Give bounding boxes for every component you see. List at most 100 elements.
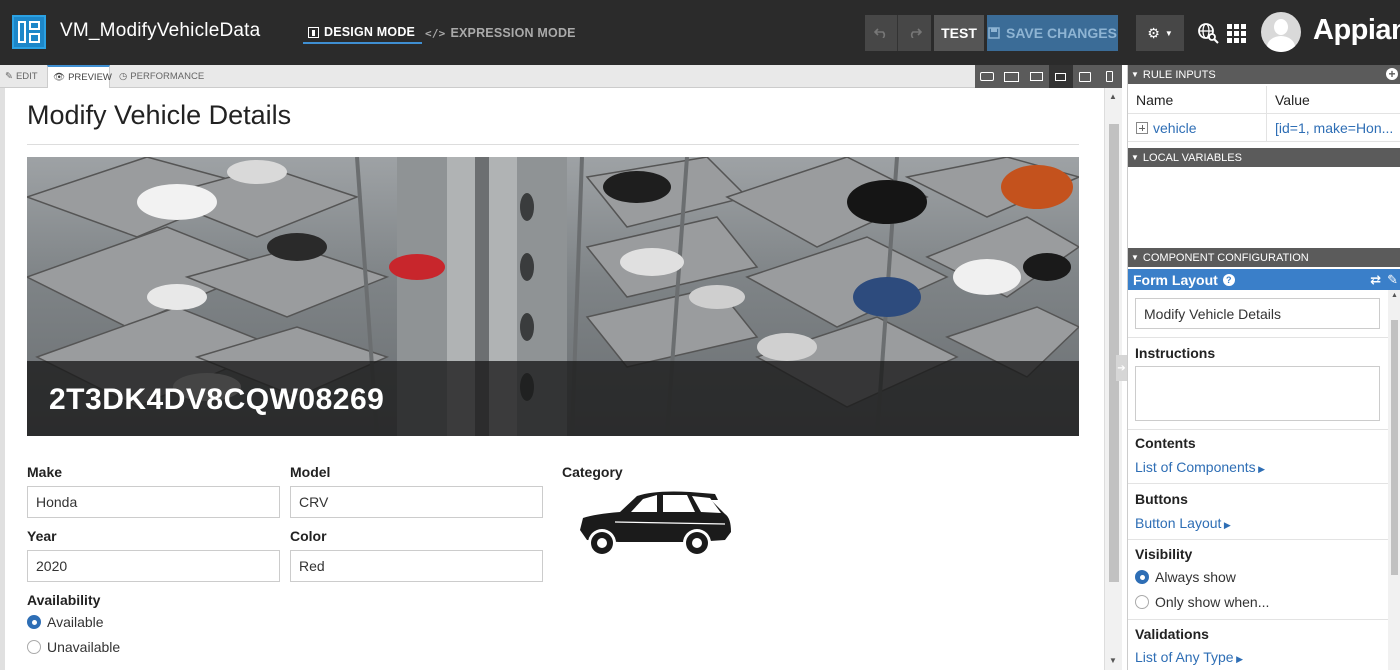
caret-right-icon: ▶: [1255, 464, 1266, 474]
tab-edit-label: EDIT: [15, 71, 38, 82]
arrow-right-icon: ➔: [1117, 362, 1126, 374]
component-name: Form Layout: [1133, 271, 1218, 288]
divider: [1128, 619, 1388, 620]
validations-link-text: List of Any Type: [1135, 649, 1234, 665]
scroll-up-icon[interactable]: ▲: [1391, 292, 1398, 299]
undo-icon: [874, 28, 886, 38]
radio-button[interactable]: [1135, 595, 1149, 609]
radio-button[interactable]: [27, 640, 41, 654]
visibility-label: Visibility: [1135, 546, 1193, 562]
gear-icon: ⚙: [1147, 24, 1160, 41]
tab-expression-mode[interactable]: </> EXPRESSION MODE: [425, 22, 576, 44]
fit-width-icon[interactable]: [975, 65, 1000, 88]
buttons-link[interactable]: Button Layout ▶: [1135, 515, 1231, 531]
component-name-bar: Form Layout ? ⇄ ✎: [1128, 269, 1400, 290]
table-row[interactable]: vehicle [id=1, make=Hon...: [1128, 114, 1400, 142]
redo-icon: [910, 28, 922, 38]
tab-edit[interactable]: ✎ EDIT: [0, 65, 43, 88]
code-icon: </>: [425, 26, 446, 40]
monitor-icon[interactable]: [1024, 65, 1049, 88]
radio-always-show-label: Always show: [1155, 569, 1236, 585]
avatar[interactable]: [1261, 12, 1301, 52]
eye-icon: 👁: [53, 72, 66, 83]
color-field[interactable]: Red: [290, 550, 543, 582]
globe-search-icon[interactable]: [1197, 22, 1219, 44]
radio-available[interactable]: Available: [27, 614, 104, 630]
rule-inputs-header[interactable]: ▼ RULE INPUTS +: [1128, 65, 1400, 84]
radio-button-checked[interactable]: [27, 615, 41, 629]
radio-unavailable[interactable]: Unavailable: [27, 639, 120, 655]
component-configuration-header[interactable]: ▼ COMPONENT CONFIGURATION: [1128, 248, 1400, 267]
divider: [1128, 429, 1388, 430]
tablet-icon[interactable]: [1073, 65, 1098, 88]
scroll-up-icon[interactable]: ▲: [1109, 92, 1117, 101]
caret-down-icon: ▼: [1131, 153, 1139, 162]
component-configuration-body: Modify Vehicle Details Instructions Cont…: [1128, 290, 1388, 670]
rule-inputs-table: Name Value vehicle [id=1, make=Hon...: [1128, 86, 1400, 142]
undo-button[interactable]: [865, 15, 898, 51]
radio-available-label: Available: [47, 614, 104, 630]
desktop-icon[interactable]: [1048, 65, 1073, 88]
radio-button-checked[interactable]: [1135, 570, 1149, 584]
radio-only-show-when[interactable]: Only show when...: [1135, 594, 1269, 610]
large-monitor-icon[interactable]: [1000, 65, 1025, 88]
save-icon: [988, 27, 1000, 39]
radio-always-show[interactable]: Always show: [1135, 569, 1236, 585]
local-variables-header[interactable]: ▼ LOCAL VARIABLES: [1128, 148, 1400, 167]
model-label: Model: [290, 464, 331, 480]
table-header-row: Name Value: [1128, 86, 1400, 114]
clock-icon: ◷: [119, 71, 128, 82]
caret-right-icon: ▶: [1221, 520, 1231, 530]
add-rule-input-icon[interactable]: +: [1386, 68, 1398, 80]
validations-label: Validations: [1135, 626, 1209, 642]
save-changes-label: SAVE CHANGES: [1006, 25, 1117, 41]
model-field[interactable]: CRV: [290, 486, 543, 518]
panel-collapse-handle[interactable]: ➔: [1116, 355, 1127, 381]
app-logo-icon[interactable]: [12, 15, 46, 49]
brand-logo: Appian: [1313, 14, 1400, 46]
help-icon[interactable]: ?: [1222, 273, 1235, 286]
buttons-label: Buttons: [1135, 491, 1188, 507]
view-toolbar: ✎ EDIT 👁 PREVIEW ◷ PERFORMANCE: [0, 65, 1122, 88]
test-button[interactable]: TEST: [934, 15, 984, 51]
tab-design-mode-label: DESIGN MODE: [324, 25, 416, 39]
rule-input-value[interactable]: [id=1, make=Hon...: [1267, 114, 1400, 141]
buttons-link-text: Button Layout: [1135, 515, 1222, 531]
category-label: Category: [562, 464, 623, 480]
configuration-scrollbar[interactable]: ▲: [1388, 290, 1400, 670]
expand-icon[interactable]: [1136, 122, 1148, 134]
tab-preview[interactable]: 👁 PREVIEW: [47, 65, 112, 88]
validations-link[interactable]: List of Any Type ▶: [1135, 649, 1243, 665]
form-title: Modify Vehicle Details: [27, 100, 292, 130]
contents-label: Contents: [1135, 435, 1196, 451]
banner-image: 2T3DK4DV8CQW08269: [27, 157, 1079, 436]
tab-performance[interactable]: ◷ PERFORMANCE: [114, 65, 209, 88]
scroll-thumb[interactable]: [1391, 320, 1398, 575]
phone-icon[interactable]: [1098, 65, 1123, 88]
form-preview: Modify Vehicle Details 2T3DK4DV8CQW08269…: [0, 88, 1104, 670]
color-label: Color: [290, 528, 327, 544]
swap-icon[interactable]: ⇄: [1370, 272, 1381, 288]
form-label-field[interactable]: Modify Vehicle Details: [1135, 298, 1380, 329]
chevron-down-icon: ▼: [1164, 28, 1173, 38]
instructions-textarea[interactable]: [1135, 366, 1380, 421]
edit-icon[interactable]: ✎: [1387, 272, 1398, 288]
app-grid-icon[interactable]: [1227, 24, 1247, 43]
contents-link[interactable]: List of Components ▶: [1135, 459, 1265, 475]
settings-menu-button[interactable]: ⚙ ▼: [1136, 15, 1184, 51]
make-field[interactable]: Honda: [27, 486, 280, 518]
redo-button[interactable]: [898, 15, 931, 51]
tab-expression-mode-label: EXPRESSION MODE: [450, 26, 576, 40]
save-changes-button[interactable]: SAVE CHANGES: [987, 15, 1118, 51]
rule-input-name[interactable]: vehicle: [1128, 114, 1267, 141]
contents-link-text: List of Components: [1135, 459, 1256, 475]
device-preview-toggles: [975, 65, 1122, 88]
year-field[interactable]: 2020: [27, 550, 280, 582]
app-title: VM_ModifyVehicleData: [60, 20, 261, 41]
scroll-thumb[interactable]: [1109, 124, 1119, 582]
tab-design-mode[interactable]: DESIGN MODE: [303, 22, 423, 44]
scroll-down-icon[interactable]: ▼: [1109, 656, 1117, 665]
pencil-icon: ✎: [5, 71, 13, 82]
design-mode-icon: [308, 26, 319, 38]
availability-label: Availability: [27, 592, 101, 608]
